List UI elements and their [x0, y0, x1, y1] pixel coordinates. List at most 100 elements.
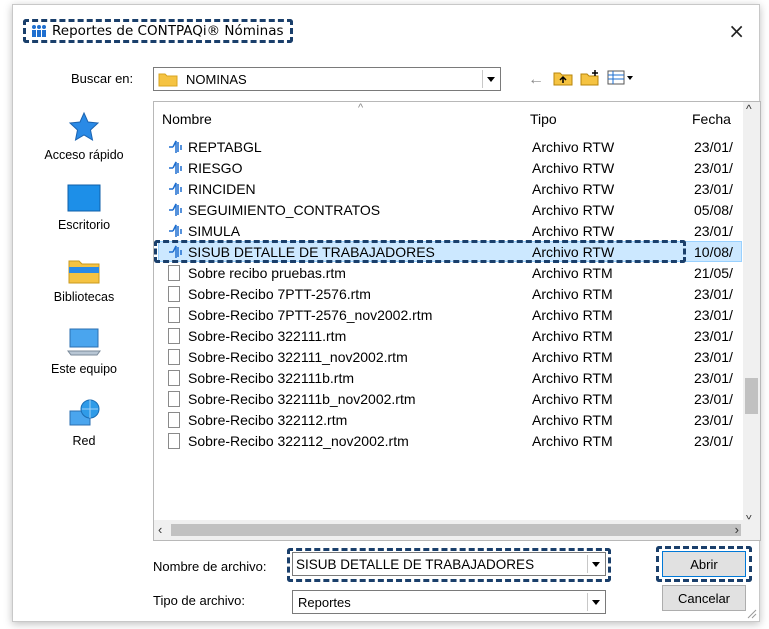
file-date: 23/01/: [694, 181, 733, 197]
nav-this-pc[interactable]: Este equipo: [23, 327, 145, 376]
column-date-header[interactable]: Fecha: [692, 111, 731, 127]
file-name: Sobre recibo pruebas.rtm: [188, 265, 346, 281]
file-type: Archivo RTM: [532, 433, 613, 449]
file-name: SISUB DETALLE DE TRABAJADORES: [188, 244, 435, 260]
document-file-icon: [168, 412, 184, 428]
table-row[interactable]: Sobre-Recibo 322111_nov2002.rtm Archivo R…: [154, 346, 742, 367]
report-file-icon: [168, 244, 184, 260]
table-row[interactable]: RIESGO Archivo RTW 23/01/: [154, 157, 742, 178]
resize-grip-icon[interactable]: [745, 607, 757, 619]
file-name: Sobre-Recibo 322111.rtm: [188, 328, 347, 344]
file-date: 23/01/: [694, 412, 733, 428]
file-date: 21/05/: [694, 265, 733, 281]
new-folder-icon[interactable]: [580, 69, 600, 87]
vertical-scrollbar[interactable]: ^ ^: [743, 102, 760, 522]
file-type: Archivo RTW: [532, 244, 615, 260]
places-bar: Acceso rápido Escritorio Bibliotecas Est…: [23, 101, 145, 541]
back-icon[interactable]: ←: [528, 71, 544, 89]
up-folder-icon[interactable]: [553, 69, 573, 87]
sort-ascending-icon: ^: [358, 102, 364, 114]
file-type: Archivo RTM: [532, 286, 613, 302]
scroll-thumb[interactable]: [745, 378, 758, 414]
scroll-thumb[interactable]: [171, 524, 741, 536]
nav-network[interactable]: Red: [23, 397, 145, 448]
file-name: RIESGO: [188, 160, 243, 176]
nav-label: Red: [72, 434, 96, 448]
file-list[interactable]: Nombre ^ Tipo Fecha REPTABGL Archivo RTW 2…: [153, 101, 761, 541]
report-file-icon: [168, 139, 184, 155]
file-name: Sobre-Recibo 322111b.rtm: [188, 370, 355, 386]
document-file-icon: [168, 349, 184, 365]
open-report-dialog: Reportes de CONTPAQi® Nóminas × Buscar e…: [12, 4, 761, 622]
file-name: Sobre-Recibo 7PTT-2576_nov2002.rtm: [188, 307, 433, 323]
nav-label: Bibliotecas: [53, 290, 115, 304]
nav-desktop[interactable]: Escritorio: [23, 183, 145, 232]
file-name: SEGUIMIENTO_CONTRATOS: [188, 202, 381, 218]
document-file-icon: [168, 370, 184, 386]
chevron-down-icon[interactable]: [587, 593, 603, 611]
file-name: Sobre-Recibo 322111_nov2002.rtm: [188, 349, 408, 365]
open-button[interactable]: Abrir: [662, 551, 746, 577]
file-date: 23/01/: [694, 370, 733, 386]
file-type: Archivo RTM: [532, 349, 613, 365]
file-type: Archivo RTM: [532, 307, 613, 323]
document-file-icon: [168, 328, 184, 344]
file-name: Sobre-Recibo 322112_nov2002.rtm: [188, 433, 409, 449]
chevron-down-icon[interactable]: [587, 555, 603, 573]
nav-quick-access[interactable]: Acceso rápido: [23, 111, 145, 162]
nav-libraries[interactable]: Bibliotecas: [23, 253, 145, 304]
table-row[interactable]: SIMULA Archivo RTW 23/01/: [154, 220, 742, 241]
file-date: 23/01/: [694, 307, 733, 323]
cancel-button[interactable]: Cancelar: [662, 585, 746, 611]
file-type: Archivo RTW: [532, 223, 615, 239]
document-file-icon: [168, 286, 184, 302]
table-row[interactable]: SEGUIMIENTO_CONTRATOS Archivo RTW 05/08/: [154, 199, 742, 220]
filetype-select[interactable]: Reportes: [292, 590, 606, 614]
folder-icon: [158, 71, 178, 87]
file-type: Archivo RTM: [532, 265, 613, 281]
filename-input[interactable]: SISUB DETALLE DE TRABAJADORES: [292, 552, 606, 576]
file-name: RINCIDEN: [188, 181, 256, 197]
file-date: 23/01/: [694, 328, 733, 344]
scroll-right-icon[interactable]: ›: [735, 522, 739, 537]
table-row[interactable]: Sobre-Recibo 322112.rtm Archivo RTM 23/01/: [154, 409, 742, 430]
file-date: 23/01/: [694, 433, 733, 449]
star-icon: [68, 111, 100, 143]
table-row[interactable]: Sobre-Recibo 322111b_nov2002.rtm Archivo …: [154, 388, 742, 409]
file-type: Archivo RTM: [532, 328, 613, 344]
file-type: Archivo RTM: [532, 370, 613, 386]
table-row-selected[interactable]: SISUB DETALLE DE TRABAJADORES Archivo RTW…: [154, 240, 742, 263]
lookin-value: NOMINAS: [186, 71, 247, 87]
scrollbar-corner: [743, 520, 760, 540]
report-file-icon: [168, 181, 184, 197]
column-type-header[interactable]: Tipo: [530, 111, 557, 127]
filetype-value: Reportes: [298, 594, 351, 610]
file-type: Archivo RTW: [532, 139, 615, 155]
table-row[interactable]: Sobre-Recibo 7PTT-2576_nov2002.rtm Archiv…: [154, 304, 742, 325]
table-row[interactable]: RINCIDEN Archivo RTW 23/01/: [154, 178, 742, 199]
lookin-combo[interactable]: NOMINAS: [153, 67, 501, 91]
table-row[interactable]: Sobre-Recibo 322111.rtm Archivo RTM 23/01/: [154, 325, 742, 346]
report-file-icon: [168, 202, 184, 218]
table-row[interactable]: Sobre-Recibo 322112_nov2002.rtm Archivo R…: [154, 430, 742, 451]
close-icon[interactable]: ×: [728, 21, 745, 41]
view-menu-icon[interactable]: [607, 70, 635, 86]
file-date: 23/01/: [694, 286, 733, 302]
file-type: Archivo RTW: [532, 202, 615, 218]
file-date: 23/01/: [694, 223, 733, 239]
file-date: 23/01/: [694, 391, 733, 407]
column-name-header[interactable]: Nombre: [162, 111, 212, 127]
horizontal-scrollbar[interactable]: ‹ ›: [154, 520, 743, 540]
nav-label: Escritorio: [57, 218, 111, 232]
table-row[interactable]: Sobre-Recibo 322111b.rtm Archivo RTM 23/01…: [154, 367, 742, 388]
file-type: Archivo RTM: [532, 412, 613, 428]
scroll-up-icon[interactable]: ^: [746, 102, 752, 116]
desktop-icon: [67, 183, 101, 213]
chevron-down-icon[interactable]: [482, 70, 498, 88]
file-date: 23/01/: [694, 139, 733, 155]
title-highlight: Reportes de CONTPAQi® Nóminas: [23, 19, 293, 43]
table-row[interactable]: Sobre recibo pruebas.rtm Archivo RTM 21/05…: [154, 262, 742, 283]
scroll-left-icon[interactable]: ‹: [158, 522, 162, 537]
table-row[interactable]: REPTABGL Archivo RTW 23/01/: [154, 136, 742, 157]
table-row[interactable]: Sobre-Recibo 7PTT-2576.rtm Archivo RTM 23/…: [154, 283, 742, 304]
